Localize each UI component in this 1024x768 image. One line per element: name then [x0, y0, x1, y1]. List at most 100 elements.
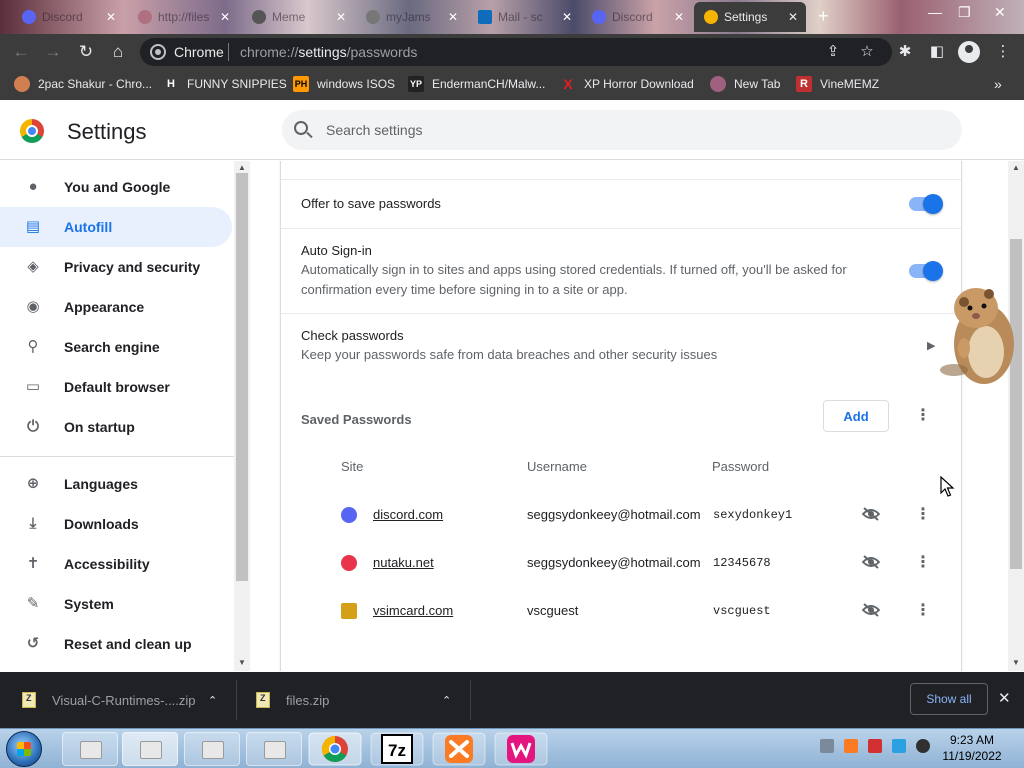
scrollbar-thumb[interactable]: [236, 173, 248, 581]
add-password-button[interactable]: Add: [823, 400, 889, 432]
auto-signin-toggle[interactable]: [909, 261, 943, 281]
sidebar-item-downloads[interactable]: ⤓ Downloads: [0, 504, 232, 544]
palette-icon: ◉: [26, 298, 40, 315]
main-scrollbar[interactable]: ▲ ▼: [1008, 161, 1024, 671]
tab-settings[interactable]: Settings ✕: [694, 2, 806, 32]
more-bookmarks-button[interactable]: »: [994, 76, 1002, 92]
sidebar-item-on-startup[interactable]: ⏻ On startup: [0, 407, 232, 447]
avatar[interactable]: [958, 41, 980, 63]
scroll-down-icon[interactable]: ▼: [238, 658, 246, 667]
scroll-down-icon[interactable]: ▼: [1012, 658, 1020, 667]
row-more-options-icon[interactable]: ⋮: [915, 601, 931, 621]
close-icon[interactable]: ✕: [448, 10, 458, 24]
more-options-icon[interactable]: ⋮: [915, 406, 931, 426]
password-row-username: seggsydonkeey@hotmail.com: [527, 555, 701, 570]
tab-discord-1[interactable]: Discord ✕: [12, 2, 124, 32]
search-input[interactable]: [326, 120, 926, 140]
taskbar-explorer-window-1[interactable]: [62, 732, 118, 766]
svg-text:7z: 7z: [388, 741, 406, 760]
close-icon[interactable]: ✕: [788, 10, 798, 24]
chrome-page-icon[interactable]: [150, 44, 166, 60]
maximize-icon[interactable]: ❐: [958, 4, 971, 21]
bookmark-item[interactable]: New Tab: [710, 76, 780, 92]
close-icon[interactable]: ✕: [998, 689, 1011, 707]
tray-flag-icon[interactable]: [868, 739, 882, 753]
share-icon[interactable]: ⇪: [822, 41, 844, 63]
password-row-site[interactable]: discord.com: [373, 507, 443, 522]
taskbar-chrome[interactable]: [308, 732, 362, 766]
reload-icon[interactable]: ↻: [75, 41, 97, 63]
taskbar-explorer-window-2[interactable]: [122, 732, 178, 766]
minimize-icon[interactable]: —: [928, 4, 942, 20]
sidebar-item-reset[interactable]: ↺ Reset and clean up: [0, 624, 232, 664]
sidebar-scrollbar[interactable]: ▲ ▼: [234, 161, 250, 671]
tab-discord-2[interactable]: Discord ✕: [582, 2, 692, 32]
sidebar-item-languages[interactable]: ⊕ Languages: [0, 464, 232, 504]
taskbar-7zip[interactable]: 7z: [370, 732, 424, 766]
tab-mail[interactable]: Mail - sc ✕: [468, 2, 580, 32]
sidebar-item-autofill[interactable]: ▤ Autofill: [0, 207, 232, 247]
sidebar-item-you-and-google[interactable]: ● You and Google: [0, 167, 232, 207]
tab-meme[interactable]: Meme ✕: [242, 2, 354, 32]
taskbar-wamp[interactable]: [494, 732, 548, 766]
bookmark-item[interactable]: X XP Horror Download: [560, 76, 694, 92]
search-icon: ⚲: [27, 338, 39, 355]
hide-password-icon[interactable]: [861, 602, 881, 618]
close-icon[interactable]: ✕: [674, 10, 684, 24]
show-all-downloads-button[interactable]: Show all: [910, 683, 988, 715]
sidebar-item-system[interactable]: ✎ System: [0, 584, 232, 624]
settings-search[interactable]: [282, 110, 962, 150]
url-text[interactable]: chrome://settings/passwords: [240, 44, 417, 60]
check-passwords-label[interactable]: Check passwords: [301, 328, 404, 343]
bookmark-item[interactable]: 2pac Shakur - Chro...: [14, 76, 152, 92]
close-icon[interactable]: ✕: [220, 10, 230, 24]
sidebar-item-accessibility[interactable]: ✝ Accessibility: [0, 544, 232, 584]
tab-myjams[interactable]: myJams ✕: [356, 2, 466, 32]
hide-password-icon[interactable]: [861, 554, 881, 570]
bookmark-item[interactable]: YP EndermanCH/Malw...: [408, 76, 545, 92]
taskbar-clock[interactable]: 9:23 AM 11/19/2022: [936, 732, 1008, 764]
scroll-up-icon[interactable]: ▲: [238, 163, 246, 172]
taskbar-explorer-window-4[interactable]: [246, 732, 302, 766]
home-icon[interactable]: ⌂: [107, 41, 129, 63]
password-row-site[interactable]: vsimcard.com: [373, 603, 453, 618]
address-bar[interactable]: Chrome chrome://settings/passwords ⇪ ☆: [140, 38, 892, 66]
chevron-up-icon[interactable]: ⌃: [208, 694, 217, 707]
tray-xampp-icon[interactable]: [844, 739, 858, 753]
side-panel-icon[interactable]: ◧: [926, 41, 948, 63]
taskbar-xampp[interactable]: [432, 732, 486, 766]
forward-arrow-icon[interactable]: →: [42, 41, 64, 63]
start-button[interactable]: [6, 731, 42, 767]
sidebar-item-privacy[interactable]: ◈ Privacy and security: [0, 247, 232, 287]
row-more-options-icon[interactable]: ⋮: [915, 505, 931, 525]
chrome-icon: [252, 10, 266, 24]
download-item[interactable]: Visual-C-Runtimes-....zip ⌃: [22, 672, 232, 728]
bookmark-star-icon[interactable]: ☆: [856, 41, 878, 63]
chevron-up-icon[interactable]: ⌃: [442, 694, 451, 707]
scroll-up-icon[interactable]: ▲: [1012, 163, 1020, 172]
close-icon[interactable]: ✕: [562, 10, 572, 24]
download-item[interactable]: files.zip ⌃: [256, 672, 466, 728]
close-icon[interactable]: ✕: [336, 10, 346, 24]
menu-kebab-icon[interactable]: ⋮: [992, 41, 1014, 63]
hide-password-icon[interactable]: [861, 506, 881, 522]
bookmark-item[interactable]: PH windows ISOS: [293, 76, 395, 92]
close-icon[interactable]: ✕: [106, 10, 116, 24]
back-arrow-icon[interactable]: ←: [10, 41, 32, 63]
new-tab-button[interactable]: +: [818, 6, 829, 27]
taskbar-explorer-window-3[interactable]: [184, 732, 240, 766]
row-more-options-icon[interactable]: ⋮: [915, 553, 931, 573]
offer-to-save-toggle[interactable]: [909, 194, 943, 214]
sidebar-item-default-browser[interactable]: ▭ Default browser: [0, 367, 232, 407]
bookmark-item[interactable]: H FUNNY SNIPPIES: [163, 76, 287, 92]
bookmark-item[interactable]: R VineMEMZ: [796, 76, 879, 92]
tray-network-icon[interactable]: [892, 739, 906, 753]
tray-app-icon[interactable]: [820, 739, 834, 753]
tray-volume-icon[interactable]: [916, 739, 930, 753]
extensions-icon[interactable]: ✱: [894, 41, 916, 63]
sidebar-item-appearance[interactable]: ◉ Appearance: [0, 287, 232, 327]
sidebar-item-search-engine[interactable]: ⚲ Search engine: [0, 327, 232, 367]
password-row-site[interactable]: nutaku.net: [373, 555, 434, 570]
tab-files[interactable]: http://files ✕: [128, 2, 238, 32]
close-window-icon[interactable]: ✕: [994, 4, 1006, 21]
